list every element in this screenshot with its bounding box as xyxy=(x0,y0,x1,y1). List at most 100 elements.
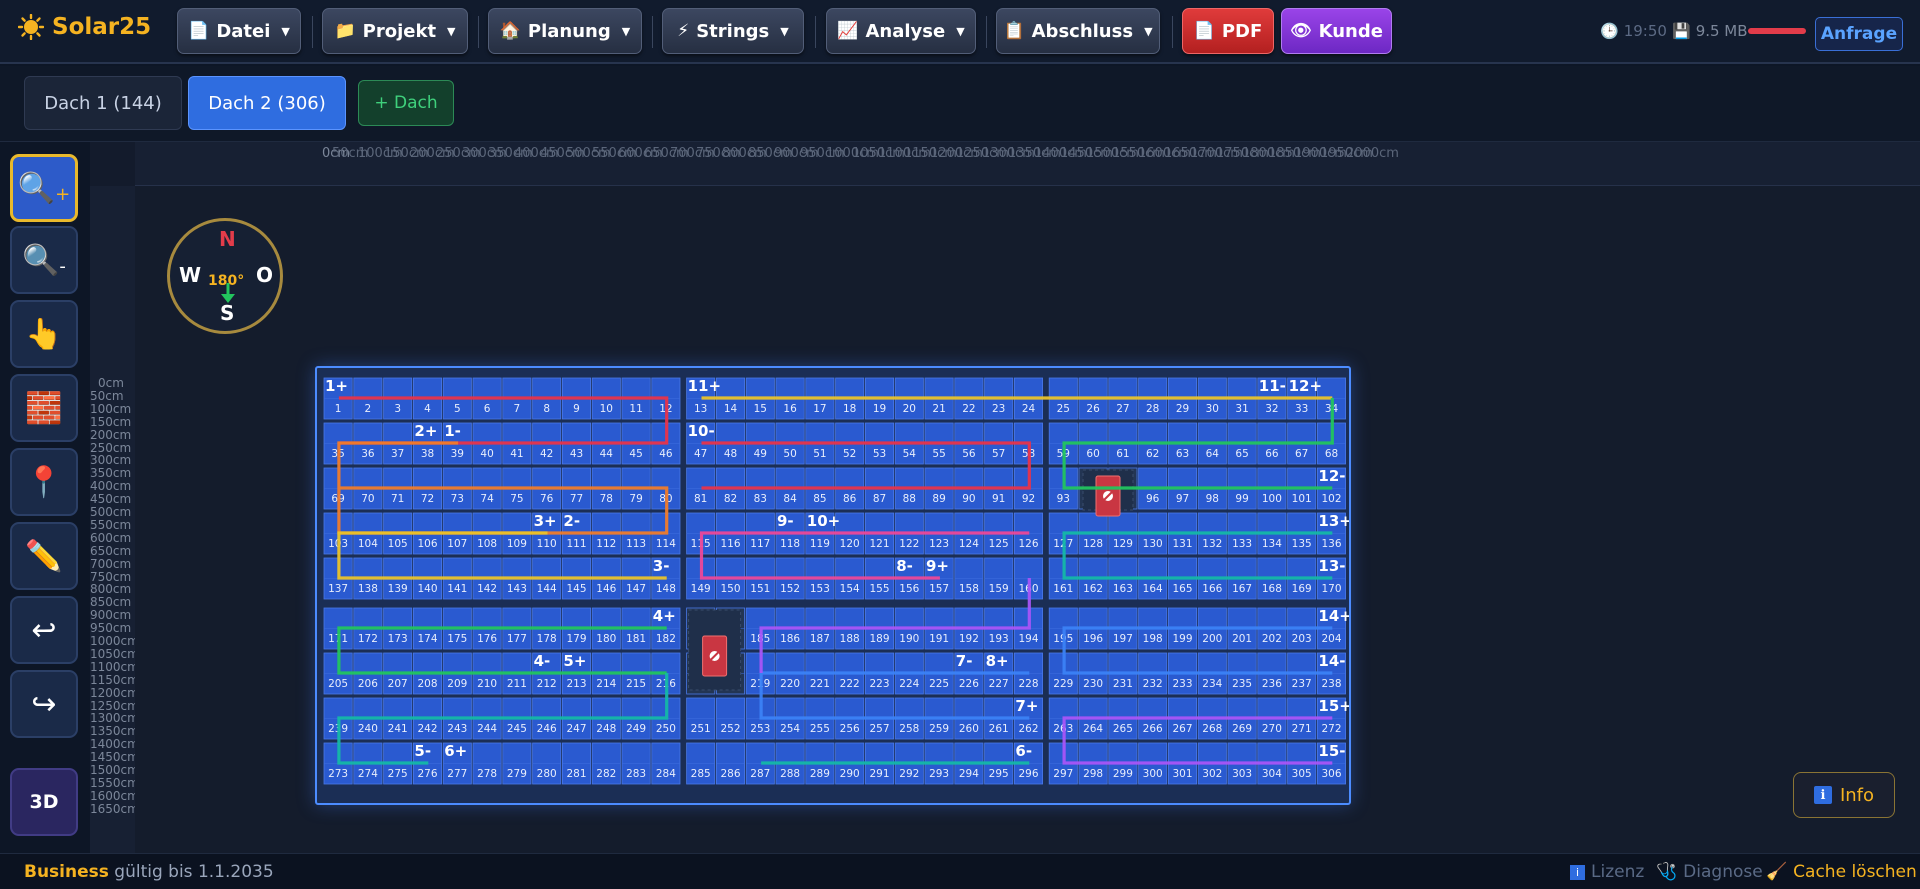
anfrage-button[interactable]: Anfrage xyxy=(1815,17,1903,51)
tab-roof-2[interactable]: Dach 2 (306) xyxy=(188,76,346,130)
customer-view-button[interactable]: 👁 Kunde xyxy=(1281,8,1392,54)
module-number: 238 xyxy=(1321,678,1341,690)
redo-tool[interactable]: ↪ xyxy=(10,670,78,738)
tab-roof-1[interactable]: Dach 1 (144) xyxy=(24,76,182,130)
module-number: 48 xyxy=(724,448,737,460)
module-number: 149 xyxy=(691,583,711,595)
module-number: 109 xyxy=(507,538,527,550)
module-number: 39 xyxy=(451,448,464,460)
module-number: 145 xyxy=(566,583,586,595)
diagnose-link[interactable]: 🩺 Diagnose xyxy=(1656,862,1763,882)
pdf-button[interactable]: 📄 PDF xyxy=(1182,8,1274,54)
license-link[interactable]: i Lizenz xyxy=(1570,862,1644,882)
menu-analyse[interactable]: 📈 Analyse ▼ xyxy=(826,8,976,54)
ruler-label: 1400cm xyxy=(90,737,139,752)
module-number: 119 xyxy=(810,538,830,550)
string-terminal-label: 6+ xyxy=(444,742,467,760)
zoom-in-tool[interactable]: 🔍 + xyxy=(10,154,78,222)
menu-abschluss[interactable]: 📋 Abschluss ▼ xyxy=(996,8,1160,54)
roof-layout[interactable]: 1 2 3 4 5 6 7 8 9 10 11 12 13 14 15 16 17 18 19 20 21 22 23 24 2… xyxy=(315,366,1351,805)
module-number: 186 xyxy=(780,633,800,645)
module-number: 107 xyxy=(447,538,467,550)
module-number: 79 xyxy=(629,493,642,505)
app-logo[interactable]: Solar25 xyxy=(18,14,151,40)
zoom-out-tool[interactable]: 🔍 - xyxy=(10,226,78,294)
ruler-label: 650cm xyxy=(90,543,132,558)
module-number: 1 xyxy=(335,403,342,415)
module-number: 261 xyxy=(989,723,1009,735)
module-number: 224 xyxy=(899,678,919,690)
module-number: 50 xyxy=(783,448,796,460)
divider xyxy=(986,16,987,48)
module-number: 211 xyxy=(507,678,527,690)
ruler-label: 50cm xyxy=(90,388,124,403)
module-number: 9 xyxy=(573,403,580,415)
module-number: 170 xyxy=(1321,583,1341,595)
module-number: 294 xyxy=(959,768,979,780)
module-number: 17 xyxy=(813,403,826,415)
module-number: 125 xyxy=(989,538,1009,550)
marker-tool[interactable]: 📍 xyxy=(10,448,78,516)
undo-tool[interactable]: ↩ xyxy=(10,596,78,664)
module-number: 161 xyxy=(1053,583,1073,595)
module-number: 68 xyxy=(1325,448,1338,460)
add-roof-button[interactable]: + Dach xyxy=(358,80,454,126)
string-terminal-label: 4- xyxy=(534,652,551,670)
clear-cache-link[interactable]: 🧹 Cache löschen xyxy=(1766,862,1917,882)
module-number: 223 xyxy=(869,678,889,690)
info-icon: ℹ xyxy=(1813,786,1832,804)
module-number: 89 xyxy=(932,493,945,505)
module-number: 291 xyxy=(869,768,889,780)
module-number: 187 xyxy=(810,633,830,645)
ruler-label: 200cm xyxy=(90,427,132,442)
module-number: 64 xyxy=(1206,448,1220,460)
module-number: 128 xyxy=(1083,538,1103,550)
module-number: 257 xyxy=(869,723,889,735)
module-number: 202 xyxy=(1262,633,1282,645)
module-number: 97 xyxy=(1176,493,1189,505)
info-button[interactable]: ℹ Info xyxy=(1793,772,1895,818)
menu-datei[interactable]: 📄 Datei ▼ xyxy=(177,8,301,54)
module-number: 283 xyxy=(626,768,646,780)
module-number: 251 xyxy=(691,723,711,735)
ruler-label: 700cm xyxy=(90,556,132,571)
module-number: 60 xyxy=(1086,448,1099,460)
string-terminal-label: 8+ xyxy=(986,652,1009,670)
module-number: 286 xyxy=(720,768,740,780)
module-number: 114 xyxy=(656,538,676,550)
obstacle-tool[interactable]: 🧱 xyxy=(10,374,78,442)
footer: Business gültig bis 1.1.2035 i Lizenz 🩺 Di… xyxy=(0,853,1920,889)
module-number: 56 xyxy=(962,448,976,460)
save-icon: 💾 xyxy=(1672,22,1691,40)
module-number: 83 xyxy=(754,493,767,505)
module-number: 13 xyxy=(694,403,707,415)
module-number: 87 xyxy=(873,493,886,505)
module-number: 191 xyxy=(929,633,949,645)
ruler-label: 600cm xyxy=(90,530,132,545)
menu-planung[interactable]: 🏠 Planung ▼ xyxy=(488,8,642,54)
module-number: 200 xyxy=(1202,633,1222,645)
module-number: 244 xyxy=(477,723,497,735)
module-number: 15 xyxy=(754,403,767,415)
module-number: 258 xyxy=(899,723,919,735)
module-number: 47 xyxy=(694,448,707,460)
module-number: 111 xyxy=(566,538,586,550)
menu-strings[interactable]: ⚡ Strings ▼ xyxy=(662,8,804,54)
module-number: 14 xyxy=(724,403,738,415)
module-number: 205 xyxy=(328,678,348,690)
view-3d-button[interactable]: 3D xyxy=(10,768,78,836)
module-number: 249 xyxy=(626,723,646,735)
module-number: 214 xyxy=(596,678,616,690)
menu-label: Datei xyxy=(216,20,271,42)
module-number: 221 xyxy=(810,678,830,690)
ruler-horizontal: 0cm 50cm 100cm 150cm 200cm 250cm 300cm 350cm 40… xyxy=(135,142,1920,186)
module-number: 159 xyxy=(989,583,1009,595)
module-number: 246 xyxy=(537,723,557,735)
draw-tool[interactable]: ✏️ xyxy=(10,522,78,590)
zoom-out-tool-icon: 🔍 xyxy=(22,242,60,278)
module-number: 132 xyxy=(1202,538,1222,550)
ruler-label: 1250cm xyxy=(90,698,139,713)
menu-projekt[interactable]: 📁 Projekt ▼ xyxy=(322,8,468,54)
pan-tool[interactable]: 👆 xyxy=(10,300,78,368)
info-icon: i xyxy=(1570,864,1585,880)
